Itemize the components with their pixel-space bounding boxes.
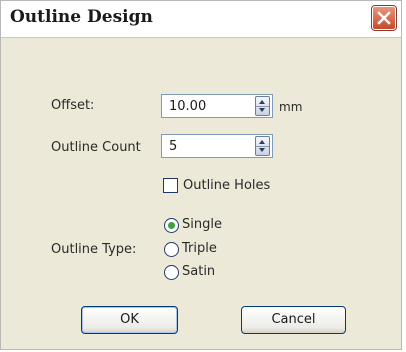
outline-holes-checkbox[interactable] (163, 178, 178, 193)
outline-count-spinbox[interactable] (161, 134, 273, 158)
radio-triple-label[interactable]: Triple (182, 241, 217, 256)
close-x-icon (377, 11, 391, 25)
outline-count-label: Outline Count (51, 140, 141, 155)
offset-spin-buttons[interactable] (255, 96, 270, 116)
outline-count-spin-buttons[interactable] (255, 136, 270, 156)
outline-holes-label[interactable]: Outline Holes (183, 178, 270, 193)
dialog-body: Offset: mm Outline Count Outline Holes O… (1, 38, 401, 349)
outline-count-spin-down-icon[interactable] (256, 146, 269, 155)
dialog-title: Outline Design (10, 7, 153, 27)
outline-count-input[interactable] (162, 135, 252, 157)
offset-label: Offset: (51, 98, 95, 113)
radio-satin[interactable] (164, 265, 179, 280)
cancel-button[interactable]: Cancel (241, 306, 346, 334)
offset-input[interactable] (162, 95, 252, 117)
offset-unit: mm (279, 100, 303, 114)
offset-spinbox[interactable] (161, 94, 273, 118)
ok-button[interactable]: OK (81, 306, 178, 334)
radio-triple[interactable] (164, 242, 179, 257)
radio-single[interactable] (164, 218, 179, 233)
radio-satin-label[interactable]: Satin (182, 264, 215, 279)
outline-type-label: Outline Type: (51, 242, 137, 257)
radio-single-label[interactable]: Single (182, 217, 222, 232)
offset-spin-down-icon[interactable] (256, 106, 269, 115)
close-button[interactable] (371, 5, 397, 31)
outline-design-dialog: Outline Design Offset: mm Outline Count (0, 0, 402, 350)
title-bar[interactable]: Outline Design (1, 1, 401, 38)
